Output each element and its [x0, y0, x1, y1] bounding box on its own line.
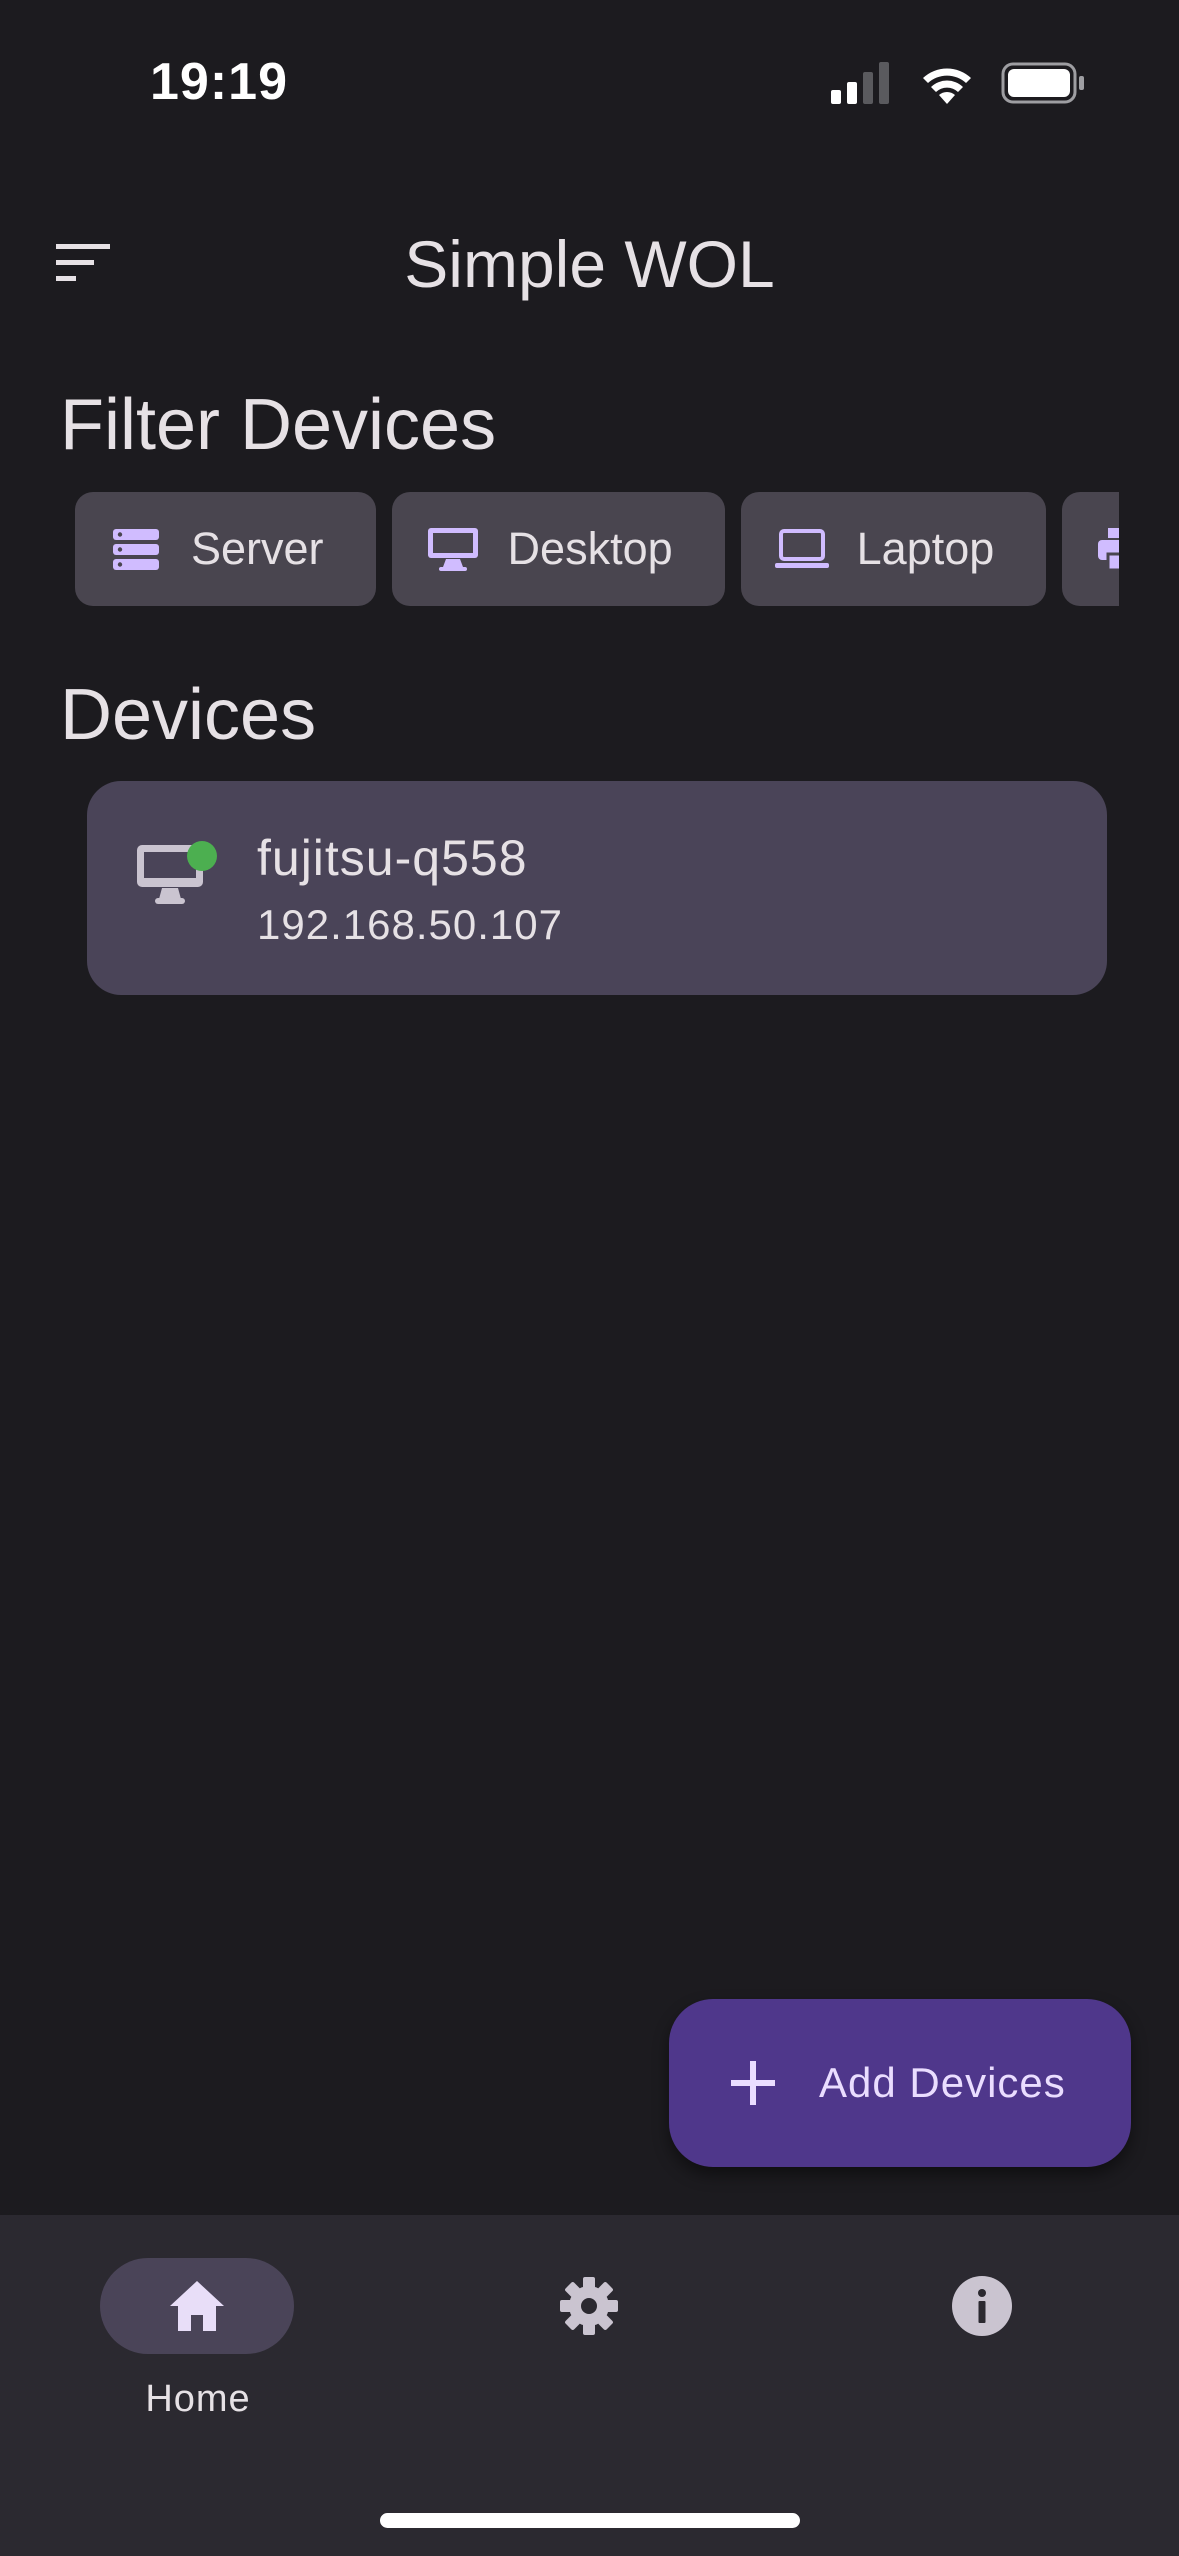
- status-icons: [831, 62, 1085, 104]
- desktop-icon: [135, 841, 235, 941]
- app-title: Simple WOL: [404, 227, 775, 301]
- battery-icon: [1001, 62, 1084, 104]
- cellular-signal-icon: [831, 62, 889, 104]
- filter-chip-server[interactable]: Server: [75, 492, 376, 606]
- devices-section-title: Devices: [60, 675, 317, 755]
- bottom-navigation: Home: [0, 2215, 1179, 2556]
- add-devices-button[interactable]: Add Devices: [669, 1999, 1131, 2167]
- filter-chip-list[interactable]: Server Desktop Laptop: [75, 492, 1119, 606]
- home-icon: [170, 2281, 224, 2331]
- add-devices-label: Add Devices: [819, 2059, 1066, 2106]
- chip-label: Laptop: [856, 523, 995, 574]
- device-card[interactable]: fujitsu-q558 192.168.50.107: [87, 781, 1107, 995]
- nav-item-info[interactable]: [865, 2258, 1105, 2398]
- nav-active-indicator: [100, 2258, 294, 2354]
- filter-chip-laptop[interactable]: Laptop: [740, 492, 1047, 606]
- desktop-icon: [426, 522, 480, 576]
- gear-icon: [560, 2277, 618, 2335]
- device-ip: 192.168.50.107: [257, 901, 563, 948]
- filter-chip-printer[interactable]: [1062, 492, 1119, 606]
- status-bar: 19:19: [0, 0, 1179, 150]
- plus-icon: [731, 2061, 775, 2105]
- chip-label: Desktop: [507, 523, 673, 574]
- nav-item-home[interactable]: Home: [80, 2258, 320, 2420]
- status-time: 19:19: [150, 53, 288, 111]
- device-name: fujitsu-q558: [257, 830, 528, 886]
- wifi-icon: [923, 68, 971, 104]
- filter-chip-desktop[interactable]: Desktop: [391, 492, 725, 606]
- server-icon: [109, 522, 163, 576]
- chip-label: Server: [191, 523, 324, 574]
- app-bar: Simple WOL: [0, 210, 1179, 320]
- filter-section-title: Filter Devices: [60, 385, 497, 465]
- online-status-indicator: [187, 841, 217, 871]
- laptop-icon: [774, 522, 829, 576]
- nav-item-settings[interactable]: [472, 2258, 712, 2398]
- info-icon: [952, 2276, 1012, 2336]
- printer-icon: [1096, 522, 1119, 576]
- nav-label-home: Home: [145, 2378, 251, 2420]
- home-indicator: [380, 2513, 800, 2528]
